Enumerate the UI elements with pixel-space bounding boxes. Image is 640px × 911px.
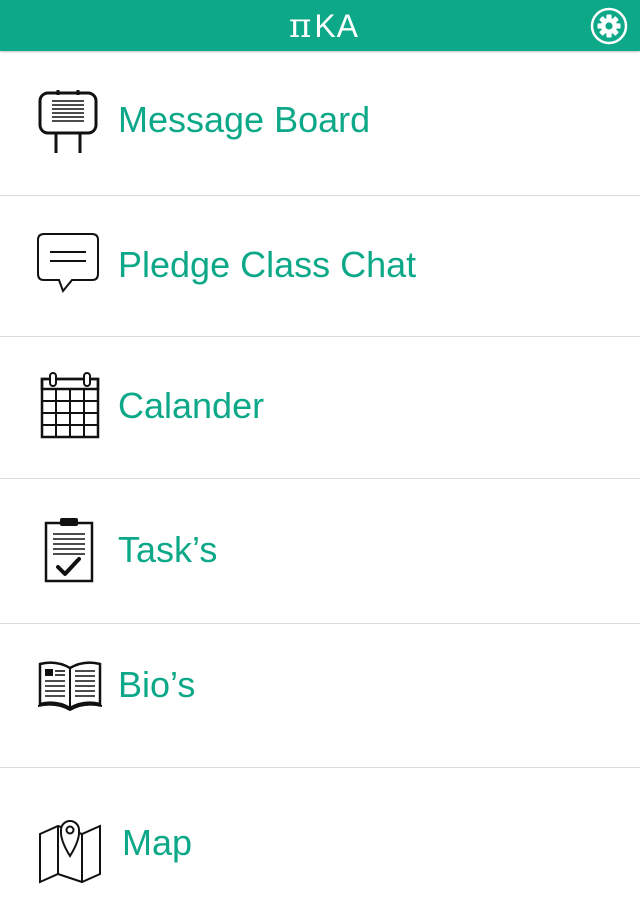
menu-item-label: Calander bbox=[118, 385, 265, 426]
gear-icon[interactable] bbox=[590, 7, 628, 45]
menu-item-pledge-class-chat[interactable]: Pledge Class Chat bbox=[0, 196, 640, 337]
title-pi-symbol: π bbox=[288, 5, 313, 46]
calendar-icon bbox=[40, 372, 100, 439]
app-header: πKA bbox=[0, 0, 640, 51]
clipboard-check-icon bbox=[44, 518, 94, 583]
message-board-icon bbox=[38, 90, 98, 153]
title-text: KA bbox=[314, 7, 360, 44]
menu-item-label: Task’s bbox=[118, 529, 218, 570]
app-screen: πKA Message Board Pledge Class Chat Cala… bbox=[0, 0, 640, 911]
menu-item-label: Map bbox=[122, 822, 193, 863]
menu-item-label: Pledge Class Chat bbox=[118, 244, 417, 285]
chat-bubble-icon bbox=[37, 233, 99, 293]
menu-item-tasks[interactable]: Task’s bbox=[0, 479, 640, 624]
menu-item-label: Message Board bbox=[118, 99, 371, 140]
menu-item-label: Bio’s bbox=[118, 664, 196, 705]
menu-item-map[interactable]: Map bbox=[0, 768, 640, 911]
menu-item-message-board[interactable]: Message Board bbox=[0, 51, 640, 196]
menu-item-bios[interactable]: Bio’s bbox=[0, 624, 640, 768]
menu-item-calendar[interactable]: Calander bbox=[0, 337, 640, 479]
map-pin-icon bbox=[39, 820, 101, 884]
app-title: πKA bbox=[289, 6, 359, 46]
open-book-icon bbox=[37, 661, 103, 712]
main-menu: Message Board Pledge Class Chat Calander… bbox=[0, 51, 640, 911]
